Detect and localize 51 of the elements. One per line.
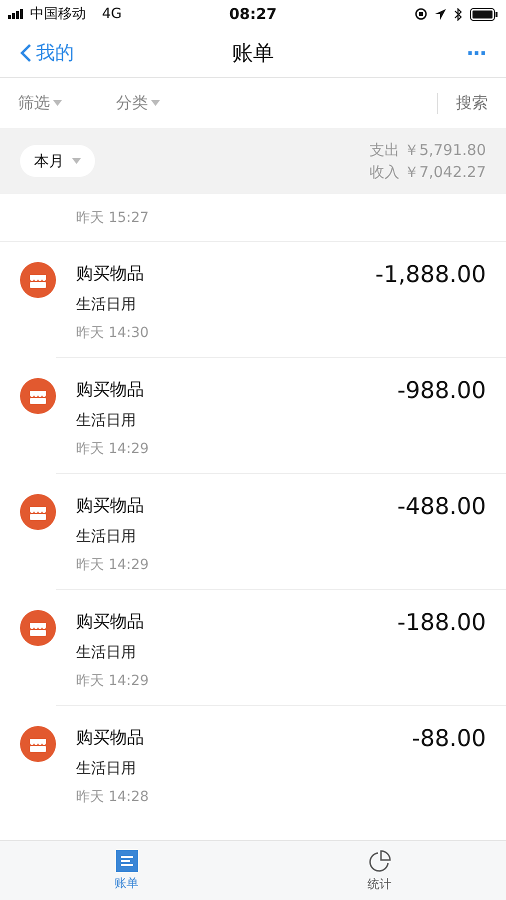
caret-icon [151, 100, 160, 106]
location-icon [435, 8, 446, 20]
tab-bar-item[interactable]: 账单 [0, 841, 253, 900]
bluetooth-icon [454, 8, 462, 20]
transaction-time: 昨天 14:28 [76, 788, 150, 806]
transaction-time: 昨天 14:29 [76, 672, 150, 690]
battery-icon [470, 8, 498, 20]
transaction-time: 昨天 14:30 [76, 324, 150, 342]
transaction-category: 生活日用 [76, 643, 137, 662]
caret-icon [53, 100, 62, 106]
shop-icon [20, 378, 56, 414]
clock: 08:27 [229, 5, 277, 23]
transaction-title: 购买物品 [76, 611, 145, 633]
transaction-amount: -88.00 [412, 726, 486, 754]
carrier-name: 中国移动 [30, 5, 86, 23]
lock-rotation-icon [415, 8, 427, 20]
transaction-title: 购买物品 [76, 263, 145, 285]
caret-icon [72, 158, 81, 164]
shop-icon [20, 494, 56, 530]
list-icon [116, 850, 138, 872]
transaction-title: 购买物品 [76, 727, 145, 749]
transaction-time: 昨天 14:29 [76, 556, 150, 574]
more-button[interactable]: ··· [396, 40, 486, 64]
network-type: 4G [102, 6, 122, 22]
transaction-title: 购买物品 [76, 495, 145, 517]
signal-icon [8, 9, 24, 19]
shop-icon [20, 262, 56, 298]
transaction-amount: -988.00 [397, 378, 486, 406]
transaction-amount: -188.00 [397, 610, 486, 638]
transaction-amount: -1,888.00 [375, 262, 486, 290]
transaction-category: 生活日用 [76, 527, 137, 546]
transaction-time: 昨天 14:29 [76, 440, 150, 458]
transaction-title: 购买物品 [76, 379, 145, 401]
summary-total: 收入 ￥7,042.27 [369, 162, 486, 182]
back-button[interactable]: 我的 [20, 40, 110, 66]
chevron-left-icon [20, 42, 32, 62]
transaction-category: 生活日用 [76, 295, 137, 314]
transaction-time: 昨天 15:27 [76, 209, 149, 227]
shop-icon [20, 610, 56, 646]
shop-icon [20, 726, 56, 762]
filter-dropdown[interactable]: 分类 [116, 92, 214, 114]
pie-chart-icon [368, 848, 392, 872]
summary-total: 支出 ￥5,791.80 [369, 140, 486, 160]
transaction-category: 生活日用 [76, 759, 137, 778]
page-title: 账单 [232, 40, 274, 66]
transaction-amount: -488.00 [397, 494, 486, 522]
search-button[interactable]: 搜索 [437, 92, 488, 114]
tab-bar-item[interactable]: 统计 [253, 841, 506, 900]
transaction-category: 生活日用 [76, 411, 137, 430]
period-dropdown[interactable]: 本月 [20, 145, 95, 177]
filter-dropdown[interactable]: 筛选 [18, 92, 116, 114]
